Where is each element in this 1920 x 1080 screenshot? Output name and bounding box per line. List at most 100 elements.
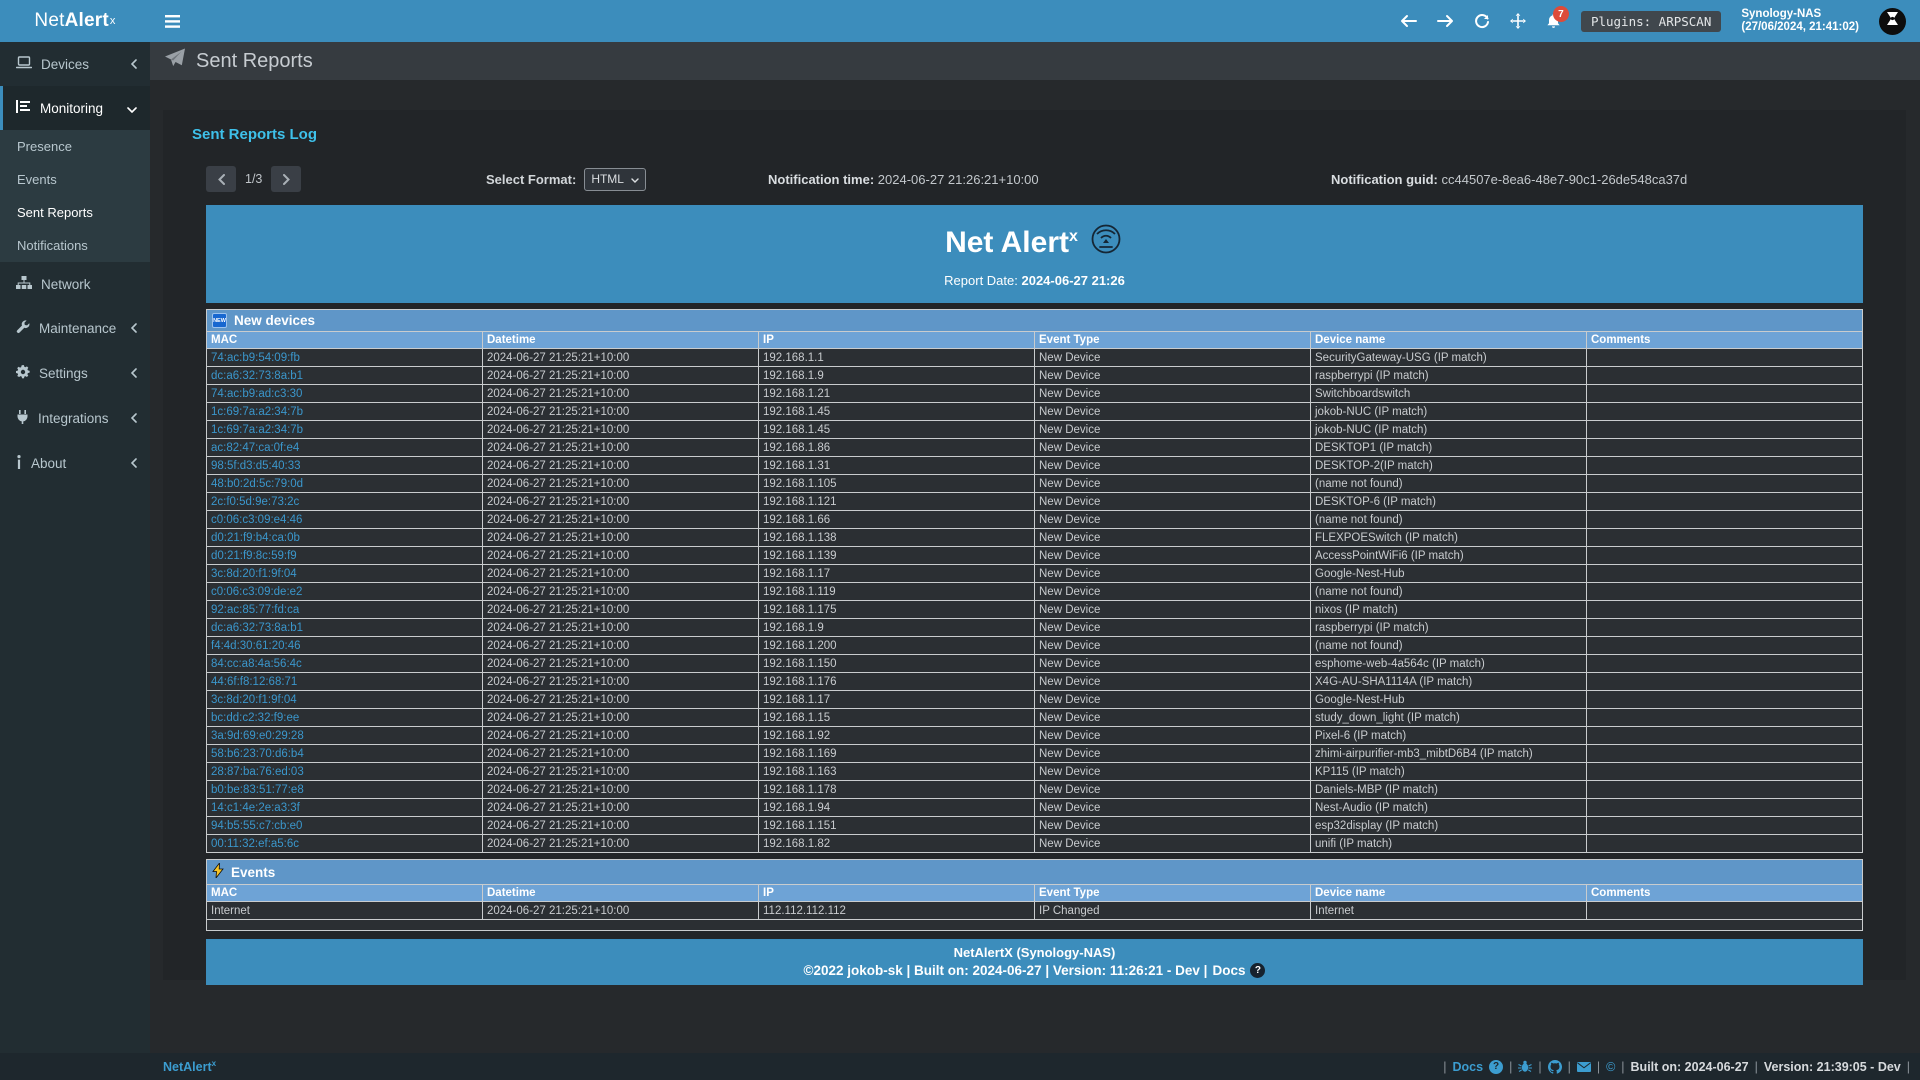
event-type-cell: New Device	[1035, 421, 1311, 439]
nav-forward-button[interactable]	[1437, 14, 1454, 28]
move-layout-button[interactable]	[1510, 13, 1526, 29]
mac-cell[interactable]: 98:5f:d3:d5:40:33	[207, 457, 483, 475]
nav-back-button[interactable]	[1400, 14, 1417, 28]
sidebar-item-presence[interactable]: Presence	[0, 130, 150, 163]
mac-cell[interactable]: c0:06:c3:09:e4:46	[207, 511, 483, 529]
table-row: 3c:8d:20:f1:9f:042024-06-27 21:25:21+10:…	[207, 691, 1863, 709]
event-type-cell: New Device	[1035, 817, 1311, 835]
prev-page-button[interactable]	[206, 166, 236, 192]
page-indicator: 1/3	[245, 172, 262, 186]
mac-cell[interactable]: 74:ac:b9:ad:c3:30	[207, 385, 483, 403]
sidebar-item-maintenance[interactable]: Maintenance	[0, 306, 150, 351]
question-circle-icon[interactable]: ?	[1250, 963, 1265, 978]
empty-cell	[207, 920, 1863, 931]
bug-report-icon[interactable]	[1518, 1060, 1532, 1073]
mac-cell[interactable]: 3c:8d:20:f1:9f:04	[207, 691, 483, 709]
mac-cell[interactable]: 28:87:ba:76:ed:03	[207, 763, 483, 781]
copyright-icon[interactable]: ©	[1606, 1060, 1615, 1074]
event-type-cell: New Device	[1035, 745, 1311, 763]
device-name-cell: KP115 (IP match)	[1311, 763, 1587, 781]
app-logo[interactable]: NetAlertx	[0, 0, 150, 42]
mac-cell[interactable]: 58:b6:23:70:d6:b4	[207, 745, 483, 763]
mac-cell[interactable]: 00:11:32:ef:a5:6c	[207, 835, 483, 853]
notification-guid-label: Notification guid:	[1331, 172, 1438, 187]
device-name-cell: zhimi-airpurifier-mb3_mibtD6B4 (IP match…	[1311, 745, 1587, 763]
comments-cell	[1587, 403, 1863, 421]
format-select[interactable]: HTML	[584, 168, 646, 191]
table-row: 2c:f0:5d:9e:73:2c2024-06-27 21:25:21+10:…	[207, 493, 1863, 511]
plugins-status-badge[interactable]: Plugins: ARPSCAN	[1581, 11, 1721, 32]
mac-cell[interactable]: 14:c1:4e:2e:a3:3f	[207, 799, 483, 817]
sidebar-item-events[interactable]: Events	[0, 163, 150, 196]
report-controls: 1/3 Select Format: HTML Notification tim…	[206, 165, 1863, 193]
sidebar-item-about[interactable]: About	[0, 441, 150, 486]
sidebar-item-integrations[interactable]: Integrations	[0, 396, 150, 441]
notifications-bell-button[interactable]: 7	[1546, 13, 1561, 29]
mac-cell: Internet	[207, 902, 483, 920]
event-type-cell: New Device	[1035, 727, 1311, 745]
table-row: 00:11:32:ef:a5:6c2024-06-27 21:25:21+10:…	[207, 835, 1863, 853]
mac-cell[interactable]: ac:82:47:ca:0f:e4	[207, 439, 483, 457]
table-row: f4:4d:30:61:20:462024-06-27 21:25:21+10:…	[207, 637, 1863, 655]
mac-cell[interactable]: bc:dd:c2:32:f9:ee	[207, 709, 483, 727]
chevron-down-icon	[631, 172, 639, 186]
sidebar-item-devices[interactable]: Devices	[0, 42, 150, 86]
datetime-cell: 2024-06-27 21:25:21+10:00	[483, 655, 759, 673]
host-timestamp: (27/06/2024, 21:41:02)	[1741, 21, 1859, 34]
mac-cell[interactable]: d0:21:f9:8c:59:f9	[207, 547, 483, 565]
mac-cell[interactable]: 84:cc:a8:4a:56:4c	[207, 655, 483, 673]
question-circle-icon[interactable]: ?	[1489, 1060, 1503, 1074]
mac-cell[interactable]: 48:b0:2d:5c:79:0d	[207, 475, 483, 493]
netalertx-logo-icon	[1088, 221, 1124, 265]
footer-brand-link[interactable]: NetAlertx	[163, 1059, 216, 1074]
report-docs-link[interactable]: Docs	[1212, 963, 1245, 978]
mac-cell[interactable]: 1c:69:7a:a2:34:7b	[207, 403, 483, 421]
report-date-label: Report Date:	[944, 273, 1018, 288]
datetime-cell: 2024-06-27 21:25:21+10:00	[483, 457, 759, 475]
sidebar-item-label: Devices	[41, 57, 122, 72]
table-row: 1c:69:7a:a2:34:7b2024-06-27 21:25:21+10:…	[207, 421, 1863, 439]
mac-cell[interactable]: 74:ac:b9:54:09:fb	[207, 349, 483, 367]
card-title-link[interactable]: Sent Reports Log	[192, 126, 1877, 143]
brand-alert: Alert	[65, 10, 109, 32]
report-footer-host: NetAlertX (Synology-NAS)	[206, 945, 1863, 960]
mac-cell[interactable]: 1c:69:7a:a2:34:7b	[207, 421, 483, 439]
footer-brand-text: NetAlert	[163, 1060, 212, 1074]
datetime-cell: 2024-06-27 21:25:21+10:00	[483, 421, 759, 439]
chevron-down-icon	[127, 101, 137, 116]
next-page-button[interactable]	[271, 166, 301, 192]
sidebar-item-sent-reports[interactable]: Sent Reports	[0, 196, 150, 229]
mac-cell[interactable]: 92:ac:85:77:fd:ca	[207, 601, 483, 619]
sidebar-toggle-button[interactable]	[150, 0, 194, 42]
sidebar-item-settings[interactable]: Settings	[0, 351, 150, 396]
datetime-cell: 2024-06-27 21:25:21+10:00	[483, 817, 759, 835]
mac-cell[interactable]: f4:4d:30:61:20:46	[207, 637, 483, 655]
mac-cell[interactable]: d0:21:f9:b4:ca:0b	[207, 529, 483, 547]
refresh-button[interactable]	[1474, 14, 1490, 29]
comments-cell	[1587, 709, 1863, 727]
section-title: New devices	[234, 313, 315, 328]
email-icon[interactable]	[1577, 1062, 1591, 1072]
device-name-cell: jokob-NUC (IP match)	[1311, 403, 1587, 421]
ip-cell: 192.168.1.150	[759, 655, 1035, 673]
mac-cell[interactable]: 3a:9d:69:e0:29:28	[207, 727, 483, 745]
mac-cell[interactable]: dc:a6:32:73:8a:b1	[207, 367, 483, 385]
mac-cell[interactable]: 3c:8d:20:f1:9f:04	[207, 565, 483, 583]
sidebar-item-notifications[interactable]: Notifications	[0, 229, 150, 262]
mac-cell[interactable]: 94:b5:55:c7:cb:e0	[207, 817, 483, 835]
footer-docs-link[interactable]: Docs	[1452, 1060, 1483, 1074]
device-name-cell: Google-Nest-Hub	[1311, 691, 1587, 709]
device-name-cell: unifi (IP match)	[1311, 835, 1587, 853]
sidebar-item-monitoring[interactable]: Monitoring	[0, 86, 150, 130]
mac-cell[interactable]: 2c:f0:5d:9e:73:2c	[207, 493, 483, 511]
mac-cell[interactable]: 44:6f:f8:12:68:71	[207, 673, 483, 691]
new-devices-body: 74:ac:b9:54:09:fb 2024-06-27 21:25:21+10:…	[207, 349, 1863, 853]
mac-cell[interactable]: c0:06:c3:09:de:e2	[207, 583, 483, 601]
ip-cell: 192.168.1.175	[759, 601, 1035, 619]
mac-cell[interactable]: b0:be:83:51:77:e8	[207, 781, 483, 799]
github-icon[interactable]	[1548, 1060, 1562, 1074]
sidebar-item-network[interactable]: Network	[0, 262, 150, 306]
user-avatar[interactable]	[1879, 8, 1906, 35]
comments-cell	[1587, 835, 1863, 853]
mac-cell[interactable]: dc:a6:32:73:8a:b1	[207, 619, 483, 637]
